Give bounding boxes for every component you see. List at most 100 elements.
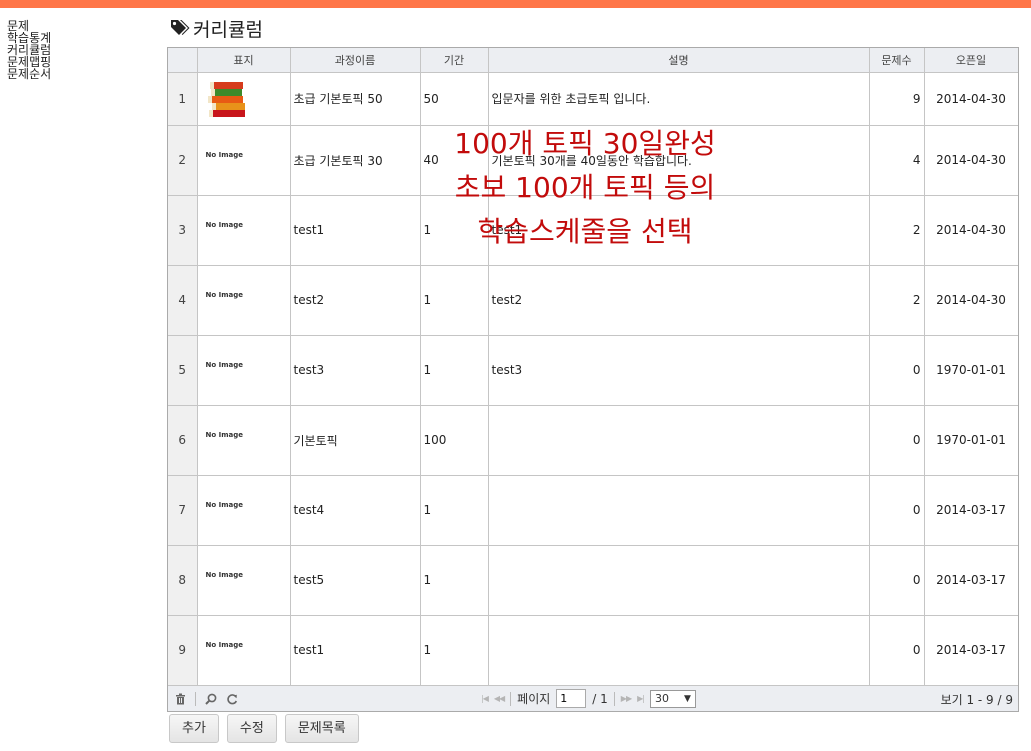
course-name: test2 [290,265,421,336]
page-size-select[interactable]: 30 ▼ [649,689,696,708]
row-number: 8 [168,545,198,616]
course-name: 기본토픽 [290,405,421,476]
course-period: 40 [420,125,489,196]
problem-count: 4 [869,125,925,196]
edit-button[interactable]: 수정 [226,714,277,743]
row-number: 3 [168,195,198,266]
cover-cell: No Image [197,265,291,336]
row-number: 2 [168,125,198,196]
first-page-icon[interactable]: |◀ [481,694,489,703]
no-image-label: No Image [205,150,244,159]
next-page-icon[interactable]: ▶▶ [621,694,632,703]
cover-cell: No Image [197,475,291,546]
table-row[interactable]: 2 No Image 초급 기본토픽 30 40 기본토픽 30개를 40일동안… [168,125,1018,196]
sidebar-item-problem-order[interactable]: 문제순서 [7,68,157,80]
table-row[interactable]: 5 No Image test3 1 test3 0 1970-01-01 [168,335,1018,406]
no-image-label: No Image [205,640,244,649]
pager-divider [195,692,196,706]
table-row[interactable]: 1 초급 기본토픽 50 50 입문자를 위한 초급토픽 입니다. 9 2014… [168,72,1018,126]
open-date: 1970-01-01 [924,405,1018,476]
open-date: 2014-03-17 [924,545,1018,616]
course-period: 1 [420,545,489,616]
open-date: 2014-04-30 [924,265,1018,336]
page-title: 커리큘럼 [170,16,263,41]
course-period: 1 [420,265,489,336]
open-date: 1970-01-01 [924,335,1018,406]
course-description [488,545,870,616]
cover-cell: No Image [197,545,291,616]
problem-count: 0 [869,405,925,476]
problem-count: 0 [869,545,925,616]
open-date: 2014-03-17 [924,615,1018,686]
row-number: 9 [168,615,198,686]
row-number: 4 [168,265,198,336]
course-description: test1 [488,195,870,266]
cover-cell: No Image [197,125,291,196]
course-period: 1 [420,335,489,406]
course-description [488,405,870,476]
open-date: 2014-04-30 [924,72,1018,126]
table-row[interactable]: 8 No Image test5 1 0 2014-03-17 [168,545,1018,616]
problem-list-button[interactable]: 문제목록 [284,714,359,743]
trash-icon[interactable] [175,693,186,705]
table-row[interactable]: 6 No Image 기본토픽 100 0 1970-01-01 [168,405,1018,476]
column-header-problem-count[interactable]: 문제수 [869,48,925,73]
course-period: 50 [420,72,489,126]
problem-count: 0 [869,475,925,546]
table-row[interactable]: 4 No Image test2 1 test2 2 2014-04-30 [168,265,1018,336]
course-description: 기본토픽 30개를 40일동안 학습합니다. [488,125,870,196]
no-image-label: No Image [205,570,244,579]
column-header-course-name[interactable]: 과정이름 [290,48,421,73]
course-description: 입문자를 위한 초급토픽 입니다. [488,72,870,126]
course-period: 1 [420,615,489,686]
curriculum-grid: 표지 과정이름 기간 설명 문제수 오픈일 1 초급 기본토픽 50 50 입문… [167,47,1019,712]
search-icon[interactable] [205,693,217,705]
sidebar-menu: 문제 학습통계 커리큘럼 문제맵핑 문제순서 [7,20,157,80]
action-buttons: 추가 수정 문제목록 [169,714,359,743]
grid-pager: |◀ ◀◀ 페이지 / 1 ▶▶ ▶| 30 ▼ 보기 1 - 9 / 9 [168,685,1018,711]
pager-divider [613,691,615,706]
course-period: 1 [420,195,489,266]
problem-count: 0 [869,615,925,686]
course-name: 초급 기본토픽 30 [290,125,421,196]
column-header-rownum [168,48,198,73]
row-number: 1 [168,72,198,126]
cover-cell: No Image [197,615,291,686]
chevron-down-icon: ▼ [684,693,691,704]
column-header-cover[interactable]: 표지 [197,48,291,73]
table-row[interactable]: 9 No Image test1 1 0 2014-03-17 [168,615,1018,686]
table-row[interactable]: 7 No Image test4 1 0 2014-03-17 [168,475,1018,546]
column-header-period[interactable]: 기간 [420,48,489,73]
cover-cell [197,72,291,126]
page-number-input[interactable] [556,689,587,708]
course-name: 초급 기본토픽 50 [290,72,421,126]
refresh-icon[interactable] [226,693,238,705]
add-button[interactable]: 추가 [169,714,219,743]
pager-divider [510,691,512,706]
grid-header-row: 표지 과정이름 기간 설명 문제수 오픈일 [168,48,1018,73]
page-label: 페이지 [517,692,551,706]
no-image-label: No Image [205,290,244,299]
no-image-label: No Image [205,360,244,369]
open-date: 2014-04-30 [924,195,1018,266]
total-pages: / 1 [592,691,608,706]
open-date: 2014-03-17 [924,475,1018,546]
course-name: test1 [290,195,421,266]
row-number: 5 [168,335,198,406]
prev-page-icon[interactable]: ◀◀ [494,694,505,703]
table-row[interactable]: 3 No Image test1 1 test1 2 2014-04-30 [168,195,1018,266]
no-image-label: No Image [205,430,244,439]
last-page-icon[interactable]: ▶| [637,694,645,703]
row-number: 6 [168,405,198,476]
open-date: 2014-04-30 [924,125,1018,196]
tags-icon [171,20,190,35]
course-period: 100 [420,405,489,476]
problem-count: 9 [869,72,925,126]
problem-count: 2 [869,195,925,266]
course-name: test5 [290,545,421,616]
course-name: test1 [290,615,421,686]
row-number: 7 [168,475,198,546]
column-header-description[interactable]: 설명 [488,48,870,73]
course-name: test3 [290,335,421,406]
column-header-open-date[interactable]: 오픈일 [924,48,1018,73]
